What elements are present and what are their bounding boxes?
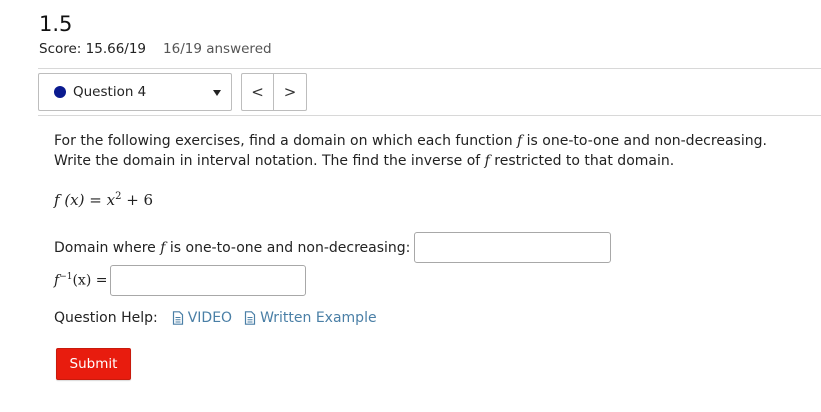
next-question-button[interactable]: > <box>274 73 307 111</box>
video-help-link[interactable]: VIDEO <box>172 310 232 326</box>
written-example-label: Written Example <box>260 310 377 326</box>
divider-bottom <box>38 115 821 116</box>
inverse-exponent: −1 <box>59 272 73 283</box>
instructions-part-1: For the following exercises, find a doma… <box>54 133 518 149</box>
domain-label-pre: Domain where <box>54 239 161 256</box>
written-example-link[interactable]: Written Example <box>244 310 377 326</box>
submit-button[interactable]: Submit <box>56 348 131 380</box>
problem-statement: For the following exercises, find a doma… <box>54 131 794 171</box>
question-help: Question Help: VIDEO Written Example <box>54 310 377 326</box>
question-status-dot <box>54 86 66 98</box>
instructions-text: For the following exercises, find a doma… <box>54 131 794 171</box>
question-select[interactable]: Question 4 <box>38 73 232 111</box>
document-icon <box>244 311 256 325</box>
caret-down-icon <box>213 90 221 96</box>
inverse-argument: (x) = <box>72 272 108 289</box>
divider-top <box>38 68 821 69</box>
chevron-right-icon: > <box>283 83 297 101</box>
inverse-label: f−1(x) = <box>54 272 107 289</box>
domain-label-post: is one-to-one and non-decreasing: <box>165 239 411 256</box>
question-select-label: Question 4 <box>73 84 147 100</box>
formula-lhs: f (x) = x <box>54 191 116 209</box>
domain-input[interactable] <box>414 232 612 263</box>
previous-question-button[interactable]: < <box>241 73 274 111</box>
score-line: Score: 15.66/19 16/19 answered <box>39 41 272 57</box>
function-formula: f (x) = x2 + 6 <box>54 191 153 209</box>
video-link-label: VIDEO <box>187 310 233 326</box>
inverse-row: f−1(x) = <box>54 265 307 296</box>
inverse-input[interactable] <box>110 265 307 296</box>
document-icon <box>172 311 183 325</box>
domain-row: Domain where f is one-to-one and non-dec… <box>54 232 612 263</box>
assignment-title: 1.5 <box>39 12 73 36</box>
chevron-left-icon: < <box>251 83 264 101</box>
instructions-part-3: restricted to that domain. <box>489 153 675 169</box>
answered-count: 16/19 answered <box>163 41 272 57</box>
question-help-label: Question Help: <box>54 310 158 326</box>
domain-label: Domain where f is one-to-one and non-dec… <box>54 240 410 256</box>
score-text: Score: 15.66/19 <box>39 41 147 57</box>
formula-rhs: + 6 <box>121 191 154 209</box>
